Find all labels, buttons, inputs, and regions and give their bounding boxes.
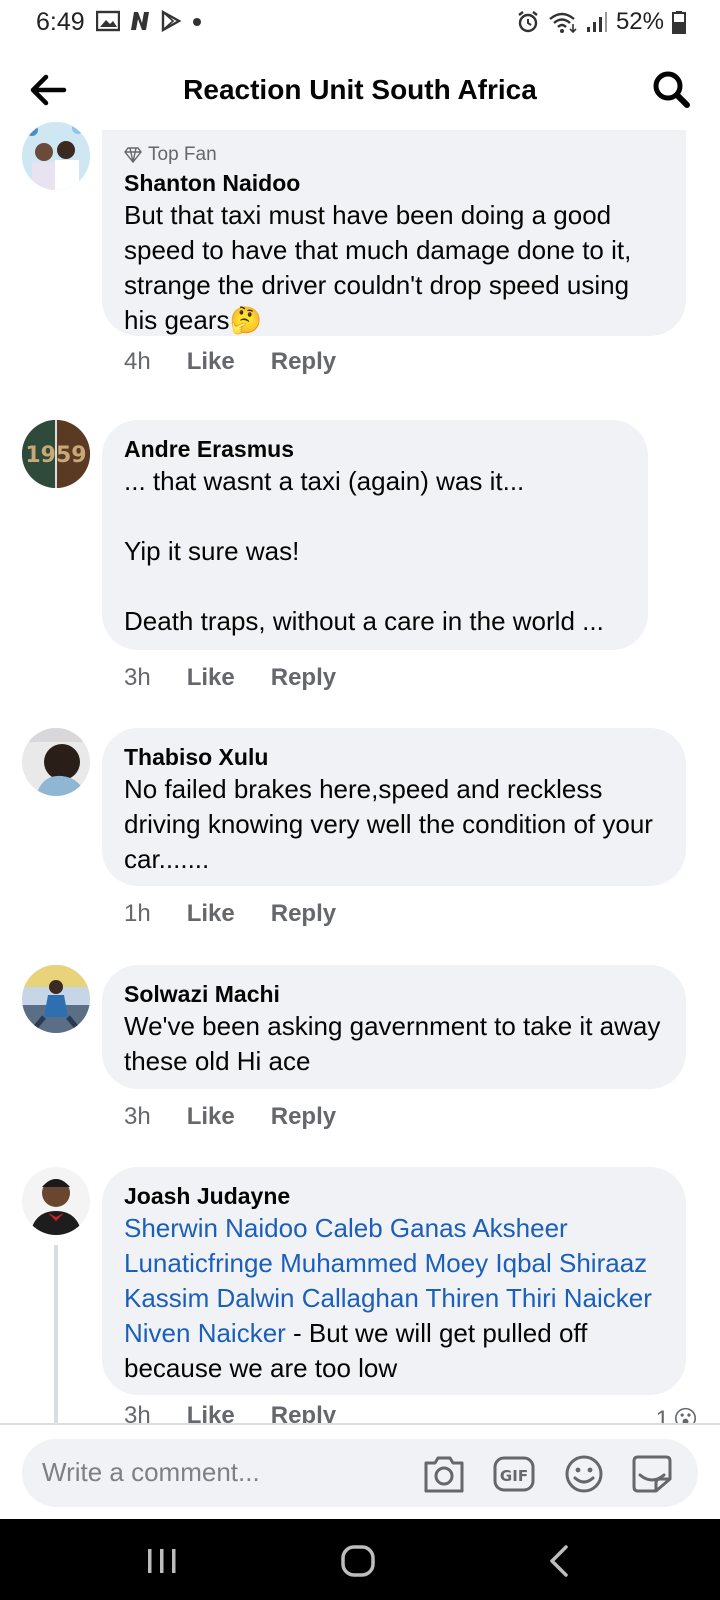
comment-text: No failed brakes here,speed and reckless… [124,774,653,874]
comment-text: We've been asking gavernment to take it … [124,1011,661,1076]
play-store-icon [161,10,182,32]
status-right: 52% [516,8,686,36]
gif-label: GIF [500,1467,528,1485]
comment-author[interactable]: Joash Judayne [124,1181,666,1211]
page-title: Reaction Unit South Africa [183,74,537,105]
signal-icon [586,12,607,32]
avatar[interactable] [22,728,90,796]
comment-actions: 4h Like Reply [124,348,336,376]
arrow-left-icon [30,74,67,106]
avatar[interactable] [22,965,90,1033]
search-icon [653,71,690,108]
status-bar: 6:49 52% [0,0,720,46]
comment-input-placeholder: Write a comment... [42,1457,260,1487]
comment-text: But that taxi must have been doing a goo… [124,200,632,335]
gif-icon: GIF [493,1456,535,1492]
comment-composer: Write a comment... GIF [0,1423,720,1519]
status-left-icons [96,10,204,32]
back-button[interactable] [26,68,70,112]
comment-bubble[interactable]: Top Fan Shanton Naidoo But that taxi mus… [102,130,686,336]
comment-bubble[interactable]: Solwazi Machi We've been asking gavernme… [102,965,686,1089]
avatar[interactable]: 1959 [22,420,90,488]
reply-button[interactable]: Reply [271,900,336,928]
battery-percent: 52% [615,8,664,35]
comment-input[interactable]: Write a comment... GIF [22,1439,698,1507]
system-nav-bar [0,1519,720,1600]
page-header: Reaction Unit South Africa [0,46,720,134]
home-button[interactable] [338,1541,378,1581]
comment-bubble[interactable]: Thabiso Xulu No failed brakes here,speed… [102,728,686,886]
reply-button[interactable]: Reply [271,1103,336,1131]
emoji-icon [565,1455,603,1493]
avatar[interactable] [22,122,90,190]
netflix-icon [131,12,149,30]
avatar[interactable] [22,1167,90,1235]
back-icon [550,1545,568,1577]
top-fan-badge: Top Fan [124,144,666,166]
like-button[interactable]: Like [187,1103,235,1131]
comment-bubble[interactable]: Andre Erasmus ... that wasnt a taxi (aga… [102,420,648,650]
recent-apps-icon [148,1549,176,1573]
comment-actions: 3h Like Reply [124,1103,336,1131]
wifi-icon [549,12,577,34]
comment-author[interactable]: Shanton Naidoo [124,168,666,198]
reply-button[interactable]: Reply [271,348,336,376]
comment-author[interactable]: Thabiso Xulu [124,742,666,772]
like-button[interactable]: Like [187,900,235,928]
top-fan-label: Top Fan [148,144,217,165]
diamond-icon [124,147,142,163]
comment-author[interactable]: Solwazi Machi [124,979,666,1009]
sticker-icon [632,1455,672,1493]
sticker-button[interactable] [630,1453,674,1495]
thread-line [54,1245,58,1425]
comment-text: ... that wasnt a taxi (again) was it... … [124,466,604,636]
gif-button[interactable]: GIF [492,1453,536,1495]
comment-time[interactable]: 1h [124,900,151,928]
like-button[interactable]: Like [187,664,235,692]
status-time: 6:49 [36,8,85,36]
comment-bubble[interactable]: Joash Judayne Sherwin Naidoo Caleb Ganas… [102,1167,686,1395]
gallery-icon [96,10,120,32]
comment-time[interactable]: 4h [124,348,151,376]
emoji-button[interactable] [562,1453,606,1495]
recent-apps-button[interactable] [142,1541,182,1581]
like-button[interactable]: Like [187,348,235,376]
camera-button[interactable] [422,1453,466,1495]
comment-text: Sherwin Naidoo Caleb Ganas Aksheer Lunat… [124,1211,666,1386]
search-button[interactable] [650,68,694,112]
comment-time[interactable]: 3h [124,664,151,692]
alarm-icon [518,11,538,33]
dot-icon [193,18,201,26]
comment-time[interactable]: 3h [124,1103,151,1131]
comment-actions: 3h Like Reply [124,664,336,692]
battery-icon [672,11,686,34]
reply-button[interactable]: Reply [271,664,336,692]
comment-author[interactable]: Andre Erasmus [124,434,628,464]
system-back-button[interactable] [540,1541,580,1581]
comment-actions: 1h Like Reply [124,900,336,928]
camera-icon [424,1456,464,1493]
comment-actions: 3h Like Reply [124,1402,336,1429]
home-icon [341,1545,375,1577]
